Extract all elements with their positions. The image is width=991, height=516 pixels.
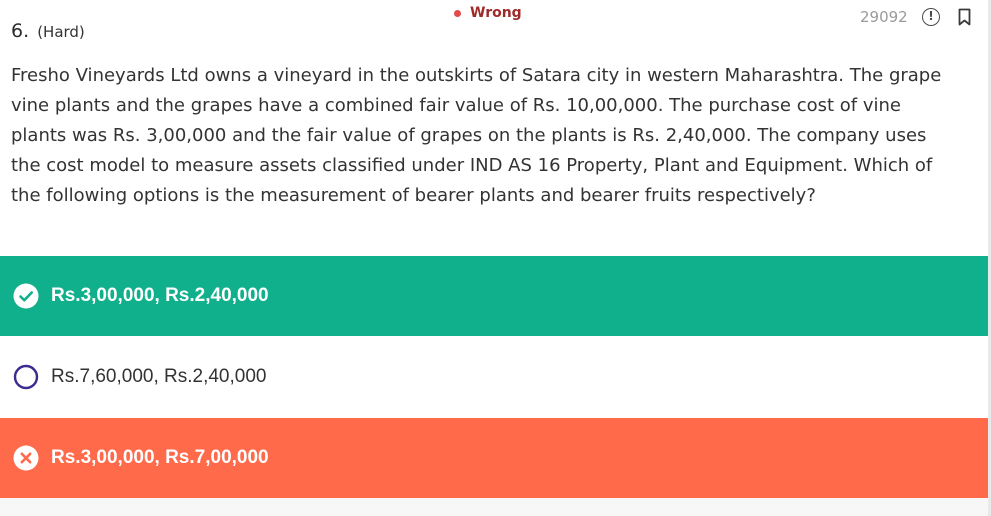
next-section-strip xyxy=(0,498,988,516)
cross-circle-icon xyxy=(13,445,39,471)
option-3-label: Rs.3,00,000, Rs.7,00,000 xyxy=(51,447,269,468)
question-id: 29092 xyxy=(860,8,908,26)
question-header: 6. (Hard) Wrong 29092 ! xyxy=(0,0,988,50)
status-dot-icon xyxy=(454,9,461,17)
option-1-label: Rs.3,00,000, Rs.2,40,000 xyxy=(51,285,269,306)
option-2-label: Rs.7,60,000, Rs.2,40,000 xyxy=(51,366,267,387)
answer-status: Wrong xyxy=(454,5,522,21)
difficulty-label: (Hard) xyxy=(37,23,85,41)
status-label: Wrong xyxy=(470,5,522,21)
bookmark-icon[interactable] xyxy=(958,8,971,26)
option-3[interactable]: Rs.3,00,000, Rs.7,00,000 xyxy=(0,418,988,498)
question-number-value: 6. xyxy=(11,20,30,42)
checkmark-circle-icon xyxy=(13,283,39,309)
radio-circle-icon xyxy=(13,364,39,390)
exclamation-circle-icon[interactable]: ! xyxy=(922,8,940,26)
question-number: 6. (Hard) xyxy=(11,20,85,42)
option-1[interactable]: Rs.3,00,000, Rs.2,40,000 xyxy=(0,256,988,336)
option-2[interactable]: Rs.7,60,000, Rs.2,40,000 xyxy=(0,337,988,417)
question-text: Fresho Vineyards Ltd owns a vineyard in … xyxy=(11,65,942,206)
